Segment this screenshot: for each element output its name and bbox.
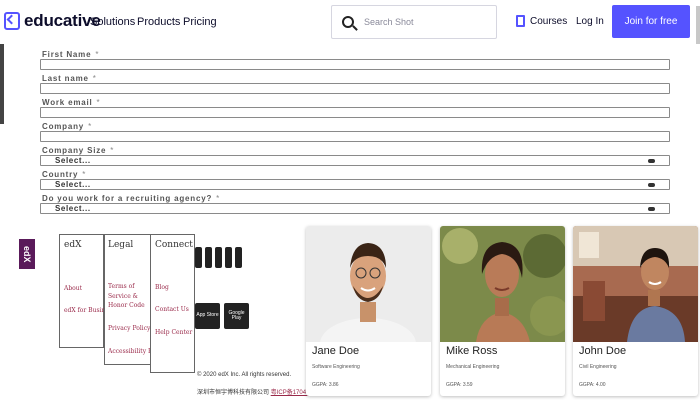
sidebar-edge — [0, 44, 4, 124]
facebook-icon[interactable] — [195, 247, 202, 268]
courses-label: Courses — [530, 15, 568, 27]
profile-name: Jane Doe — [312, 345, 360, 357]
top-navbar: educative Solutions Products Pricing Sea… — [0, 0, 700, 44]
footer-column-title: Connect — [155, 240, 193, 250]
profile-card[interactable]: John Doe Civil Engineering GGPA: 4.00 — [573, 226, 698, 396]
company-label: Company * — [42, 122, 92, 131]
work-email-field[interactable] — [40, 107, 670, 118]
profile-photo — [306, 226, 431, 342]
nav-solutions[interactable]: Solutions — [90, 16, 135, 28]
app-store-button[interactable]: App Store — [195, 303, 220, 329]
first-name-label: First Name * — [42, 50, 100, 59]
scrollbar[interactable] — [696, 6, 700, 44]
instagram-icon[interactable] — [225, 247, 232, 268]
profile-role: Software Engineering — [312, 364, 360, 370]
company-size-select[interactable]: Select... — [40, 155, 670, 166]
work-email-label: Work email * — [42, 98, 101, 107]
select-arrow-icon — [648, 207, 655, 211]
profile-gpa: GGPA: 4.00 — [579, 382, 606, 388]
google-play-button[interactable]: Google Play — [224, 303, 249, 329]
footer-link-blog[interactable]: Blog — [155, 284, 169, 291]
join-button[interactable]: Join for free — [612, 5, 690, 38]
footer-link-privacy[interactable]: Privacy Policy — [108, 325, 150, 332]
profile-gpa: GGPA: 3.59 — [446, 382, 473, 388]
profile-role: Civil Engineering — [579, 364, 617, 370]
twitter-icon[interactable] — [205, 247, 212, 268]
last-name-field[interactable] — [40, 83, 670, 94]
footer-link-help[interactable]: Help Center — [155, 329, 192, 336]
agency-label: Do you work for a recruiting agency? * — [42, 194, 221, 203]
first-name-field[interactable] — [40, 59, 670, 70]
profile-card[interactable]: Mike Ross Mechanical Engineering GGPA: 3… — [440, 226, 565, 396]
select-value: Select... — [55, 180, 91, 189]
login-link[interactable]: Log In — [576, 16, 604, 27]
footer-column-title: edX — [64, 240, 82, 250]
profile-name: John Doe — [579, 345, 627, 357]
footer-column-connect — [150, 234, 195, 373]
search-icon — [342, 16, 354, 28]
company-size-label: Company Size * — [42, 146, 115, 155]
profile-photo — [440, 226, 565, 342]
last-name-label: Last name * — [42, 74, 97, 83]
select-value: Select... — [55, 156, 91, 165]
educative-logo[interactable]: educative — [4, 11, 101, 31]
profile-name: Mike Ross — [446, 345, 498, 357]
copyright-text: © 2020 edX Inc. All rights reserved. — [197, 372, 292, 378]
footer-link-terms[interactable]: Terms of Service & Honor Code — [108, 282, 146, 311]
select-value: Select... — [55, 204, 91, 213]
edx-logo[interactable]: edX — [19, 239, 35, 269]
select-arrow-icon — [648, 183, 655, 187]
profile-gpa: GGPA: 3.86 — [312, 382, 339, 388]
footer-link-about[interactable]: About — [64, 285, 82, 292]
search-placeholder: Search Shot — [364, 17, 414, 27]
country-label: Country * — [42, 170, 87, 179]
educative-logo-icon — [4, 12, 20, 30]
reddit-icon[interactable] — [235, 247, 242, 268]
search-input[interactable]: Search Shot — [331, 5, 497, 39]
profile-photo — [573, 226, 698, 342]
footer-link-contact[interactable]: Contact Us — [155, 306, 189, 313]
agency-select[interactable]: Select... — [40, 203, 670, 214]
company-field[interactable] — [40, 131, 670, 142]
country-select[interactable]: Select... — [40, 179, 670, 190]
book-icon — [516, 15, 525, 27]
footer-column-title: Legal — [108, 240, 134, 250]
profile-role: Mechanical Engineering — [446, 364, 500, 370]
profile-card[interactable]: Jane Doe Software Engineering GGPA: 3.86 — [306, 226, 431, 396]
linkedin-icon[interactable] — [215, 247, 222, 268]
courses-link[interactable]: Courses — [516, 15, 567, 27]
nav-pricing[interactable]: Pricing — [183, 16, 217, 28]
select-arrow-icon — [648, 159, 655, 163]
nav-products[interactable]: Products — [137, 16, 180, 28]
